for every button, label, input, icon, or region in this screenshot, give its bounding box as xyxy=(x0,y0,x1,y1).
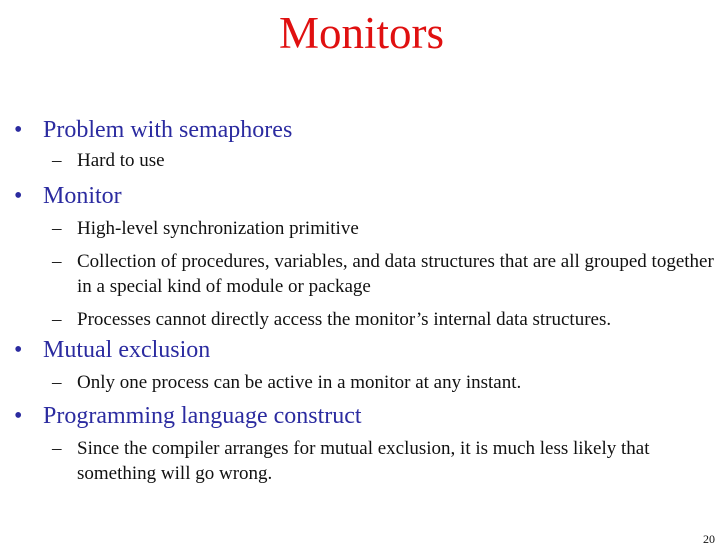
bullet-item: • Problem with semaphores xyxy=(14,116,714,145)
bullet-text: Mutual exclusion xyxy=(43,337,211,363)
bullet-block-2: • Monitor – High-level synchronization p… xyxy=(14,182,714,340)
sub-item: – Only one process can be active in a mo… xyxy=(14,370,714,395)
dash-icon: – xyxy=(52,372,62,393)
bullet-block-3: • Mutual exclusion – Only one process ca… xyxy=(14,336,714,403)
bullet-text: Monitor xyxy=(43,183,122,209)
dash-icon: – xyxy=(52,438,62,459)
sub-item: – Processes cannot directly access the m… xyxy=(14,307,714,332)
bullet-dot-icon: • xyxy=(14,117,23,143)
sub-text: Since the compiler arranges for mutual e… xyxy=(77,438,650,484)
sub-item: – High-level synchronization primitive xyxy=(14,216,714,241)
bullet-item: • Mutual exclusion xyxy=(14,336,714,365)
dash-icon: – xyxy=(52,251,62,272)
bullet-dot-icon: • xyxy=(14,183,23,209)
sub-text: Only one process can be active in a moni… xyxy=(77,372,522,393)
bullet-block-4: • Programming language construct – Since… xyxy=(14,402,714,494)
sub-item: – Since the compiler arranges for mutual… xyxy=(14,436,714,486)
slide-title: Monitors xyxy=(278,8,444,58)
dash-icon: – xyxy=(52,150,62,171)
sub-text: Processes cannot directly access the mon… xyxy=(77,309,612,330)
dash-icon: – xyxy=(52,218,62,239)
bullet-item: • Monitor xyxy=(14,182,714,211)
sub-text: Collection of procedures, variables, and… xyxy=(77,251,714,297)
sub-item: – Hard to use xyxy=(14,148,714,173)
bullet-dot-icon: • xyxy=(14,337,23,363)
bullet-dot-icon: • xyxy=(14,403,23,429)
bullet-block-1: • Problem with semaphores – Hard to use xyxy=(14,116,714,181)
page-number: 20 xyxy=(703,532,715,546)
bullet-text: Problem with semaphores xyxy=(43,117,293,143)
bullet-item: • Programming language construct xyxy=(14,402,714,431)
dash-icon: – xyxy=(52,309,62,330)
sub-item: – Collection of procedures, variables, a… xyxy=(14,249,714,299)
slide: Monitors • Problem with semaphores – Har… xyxy=(0,0,723,557)
bullet-text: Programming language construct xyxy=(43,403,362,429)
sub-text: Hard to use xyxy=(77,150,165,171)
sub-text: High-level synchronization primitive xyxy=(77,218,359,239)
